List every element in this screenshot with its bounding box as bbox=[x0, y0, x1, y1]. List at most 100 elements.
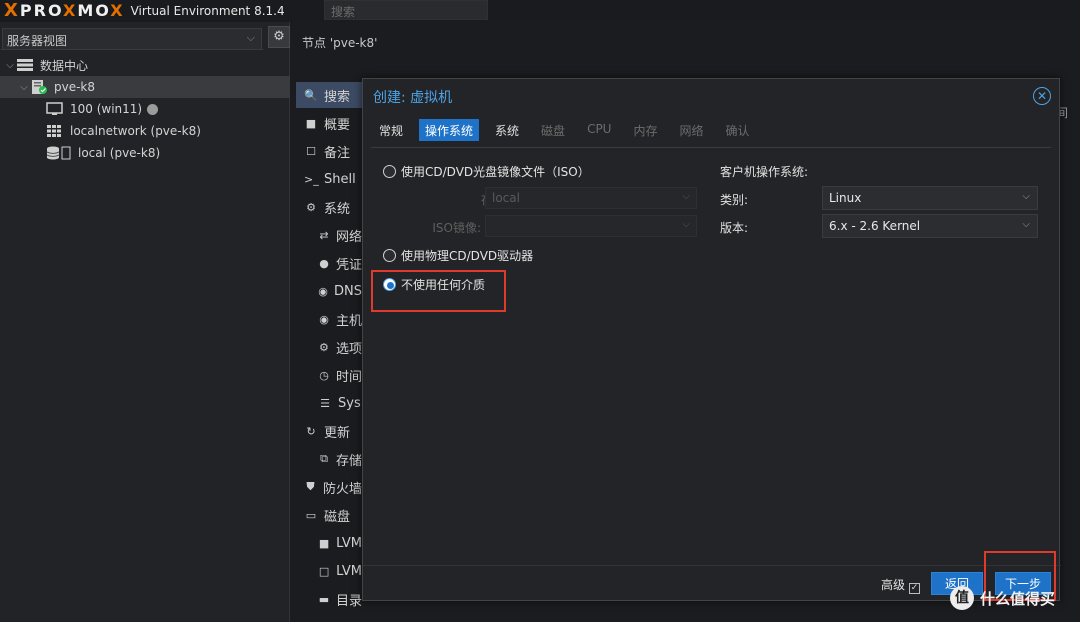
tab-disks[interactable]: 磁盘 bbox=[535, 119, 571, 141]
nav-item-updates[interactable]: ↻ 更新 bbox=[296, 418, 362, 444]
tab-os[interactable]: 操作系统 bbox=[419, 119, 480, 141]
watermark-badge: 值 bbox=[950, 586, 974, 610]
gear-icon: ⚙ bbox=[319, 340, 329, 354]
nav-label: Shell bbox=[324, 171, 356, 187]
proxmox-logo[interactable]: X PROXMOX Virtual Environment 8.1.4 bbox=[4, 0, 285, 22]
nav-item-directory[interactable]: ▬ 目录 bbox=[296, 586, 362, 612]
advanced-toggle[interactable]: 高级 ✓ bbox=[881, 576, 921, 594]
nav-item-firewall[interactable]: ⛊ 防火墙 bbox=[296, 474, 362, 500]
nav-label: 网络 bbox=[335, 229, 362, 245]
iso-image-select[interactable]: ⌵ bbox=[485, 215, 697, 237]
tab-memory[interactable]: 内存 bbox=[627, 119, 663, 141]
tree-node-datacenter[interactable]: ⌵ 数据中心 bbox=[0, 54, 290, 76]
nav-item-lvm-thin[interactable]: □ LVM bbox=[296, 558, 362, 584]
resource-tree: ⌵ 数据中心 ⌵ pve-k8 100 (win11) localnetwork… bbox=[0, 54, 290, 164]
nav-label: LVM bbox=[336, 535, 362, 551]
vm-stopped-status-icon bbox=[147, 103, 159, 115]
nav-label: 主机 bbox=[335, 313, 362, 329]
nav-label: LVM bbox=[336, 563, 362, 579]
checkbox-checked-icon[interactable]: ✓ bbox=[909, 583, 921, 594]
radio-button-icon[interactable] bbox=[383, 249, 396, 262]
globe-icon: ◉ bbox=[318, 284, 328, 298]
radio-label: 使用CD/DVD光盘镜像文件（ISO） bbox=[401, 165, 590, 179]
view-selector-value: 服务器视图 bbox=[7, 34, 68, 48]
nav-label: 时间 bbox=[335, 369, 362, 385]
nav-item-hosts[interactable]: ◉ 主机 bbox=[296, 306, 362, 332]
os-type-select[interactable]: Linux ⌵ bbox=[822, 186, 1038, 210]
nav-item-repositories[interactable]: ⧉ 存储 bbox=[296, 446, 362, 472]
nav-item-time[interactable]: ◷ 时间 bbox=[296, 362, 362, 388]
nav-item-options[interactable]: ⚙ 选项 bbox=[296, 334, 362, 360]
nav-item-dns[interactable]: ◉ DNS bbox=[296, 278, 362, 304]
book-icon: ■ bbox=[305, 116, 317, 130]
nav-item-syslog[interactable]: ☰ Sys bbox=[296, 390, 362, 416]
nav-item-notes[interactable]: ☐ 备注 bbox=[296, 138, 362, 164]
watermark-text: 什么值得买 bbox=[980, 589, 1056, 608]
nav-item-network[interactable]: ⇄ 网络 bbox=[296, 222, 362, 248]
nav-label: 备注 bbox=[324, 145, 351, 161]
tab-system[interactable]: 系统 bbox=[489, 119, 525, 141]
radio-use-physical-drive[interactable]: 使用物理CD/DVD驱动器 bbox=[383, 247, 533, 264]
nav-item-lvm[interactable]: ■ LVM bbox=[296, 530, 362, 556]
tab-network[interactable]: 网络 bbox=[673, 119, 709, 141]
node-nav-menu: 🔍 搜索 ■ 概要 ☐ 备注 >_ Shell ⚙ 系统 ⇄ 网络 ● 凭证 ◉ DNS ◉ 主机… bbox=[296, 80, 362, 622]
tree-node-vm-100[interactable]: 100 (win11) bbox=[0, 98, 290, 120]
chevron-down-icon: ⌵ bbox=[1022, 219, 1030, 230]
tab-general[interactable]: 常规 bbox=[373, 119, 409, 141]
nav-label: 概要 bbox=[324, 117, 351, 133]
nav-label: DNS bbox=[334, 283, 362, 299]
expand-chevron-icon[interactable]: ⌵ bbox=[18, 82, 30, 93]
storage-select[interactable]: local ⌵ bbox=[485, 187, 697, 209]
tree-node-local-storage[interactable]: local (pve-k8) bbox=[0, 142, 290, 164]
tab-divider bbox=[371, 147, 1051, 148]
advanced-label: 高级 bbox=[881, 578, 906, 592]
tab-cpu[interactable]: CPU bbox=[581, 119, 617, 141]
global-search-input[interactable]: 搜索 bbox=[324, 0, 488, 20]
square-outline-icon: □ bbox=[318, 564, 330, 578]
nav-item-shell[interactable]: >_ Shell bbox=[296, 166, 362, 192]
files-icon: ⧉ bbox=[320, 452, 328, 465]
tree-node-label: pve-k8 bbox=[54, 80, 96, 94]
radio-use-iso[interactable]: 使用CD/DVD光盘镜像文件（ISO） bbox=[383, 163, 590, 180]
search-icon: 🔍 bbox=[304, 88, 318, 102]
chevron-down-icon: ⌵ bbox=[246, 31, 255, 44]
nav-label: 防火墙 bbox=[322, 481, 362, 497]
nav-label: 选项 bbox=[335, 341, 362, 357]
logo-x-mark: X bbox=[4, 0, 18, 21]
nav-item-disks[interactable]: ▭ 磁盘 bbox=[296, 502, 362, 528]
tree-node-label: local (pve-k8) bbox=[78, 146, 161, 160]
tree-node-localnetwork[interactable]: localnetwork (pve-k8) bbox=[0, 120, 290, 142]
tree-node-label: localnetwork (pve-k8) bbox=[70, 124, 201, 138]
os-version-select[interactable]: 6.x - 2.6 Kernel ⌵ bbox=[822, 214, 1038, 238]
square-icon: ■ bbox=[318, 536, 330, 550]
nav-item-search[interactable]: 🔍 搜索 bbox=[296, 82, 362, 108]
nav-label: 系统 bbox=[324, 201, 351, 217]
tree-settings-gear-icon[interactable]: ⚙ bbox=[268, 26, 290, 48]
storage-database-icon bbox=[46, 146, 72, 160]
nav-label: Sys bbox=[338, 395, 361, 411]
top-header: X PROXMOX Virtual Environment 8.1.4 搜索 bbox=[0, 0, 1080, 22]
nav-item-summary[interactable]: ■ 概要 bbox=[296, 110, 362, 136]
list-icon: ☰ bbox=[320, 396, 330, 410]
nav-item-system[interactable]: ⚙ 系统 bbox=[296, 194, 362, 220]
logo-wordmark: PROXMOX bbox=[19, 1, 125, 20]
chevron-down-icon: ⌵ bbox=[682, 219, 690, 230]
view-selector[interactable]: 服务器视图 ⌵ bbox=[2, 28, 262, 50]
sdn-grid-icon bbox=[46, 124, 64, 138]
tab-confirm[interactable]: 确认 bbox=[720, 119, 756, 141]
os-type-label: 类别: bbox=[720, 193, 749, 207]
radio-button-icon[interactable] bbox=[383, 165, 396, 178]
tree-node-label: 数据中心 bbox=[40, 58, 89, 73]
os-type-value: Linux bbox=[829, 191, 862, 205]
nav-label: 凭证 bbox=[335, 257, 362, 273]
nav-item-certificates[interactable]: ● 凭证 bbox=[296, 250, 362, 276]
tree-node-pve-k8[interactable]: ⌵ pve-k8 bbox=[0, 76, 290, 98]
close-icon[interactable]: ✕ bbox=[1033, 87, 1051, 105]
tree-node-label: 100 (win11) bbox=[70, 102, 143, 116]
refresh-icon: ↻ bbox=[306, 424, 316, 438]
chevron-down-icon: ⌵ bbox=[1022, 191, 1030, 202]
clock-icon: ◷ bbox=[319, 368, 329, 382]
dialog-title: 创建: 虚拟机 bbox=[373, 90, 453, 106]
radio-label: 使用物理CD/DVD驱动器 bbox=[401, 249, 534, 263]
expand-chevron-icon[interactable]: ⌵ bbox=[4, 60, 16, 71]
